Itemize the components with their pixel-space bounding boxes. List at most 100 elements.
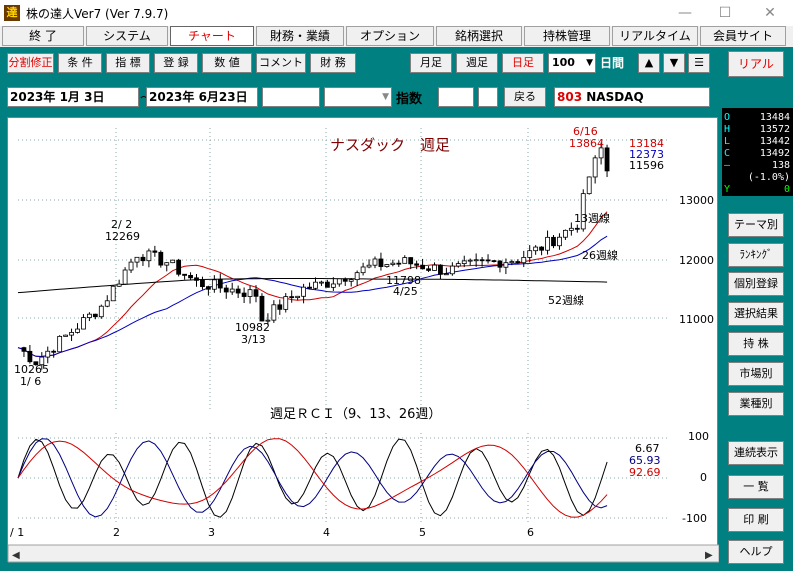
ma26-line <box>17 235 608 358</box>
ytick-11000: 11000 <box>679 313 714 326</box>
candle-body <box>92 313 98 318</box>
continuous-display-button[interactable]: 連続表示 <box>728 441 784 465</box>
xtick-feb: 2 <box>113 526 120 539</box>
candle-body <box>592 157 598 178</box>
monthly-button[interactable]: 月足 <box>410 53 452 73</box>
candle-body <box>390 262 396 265</box>
theme-button[interactable]: テーマ別 <box>728 213 784 237</box>
blank-field-3[interactable] <box>478 87 498 107</box>
candle-body <box>164 262 170 266</box>
help-button[interactable]: ヘルプ <box>728 540 784 564</box>
indicator-button[interactable]: 指 標 <box>106 53 150 73</box>
rci-ytick-100: 100 <box>688 430 709 443</box>
end-date-field[interactable]: 2023年 6月23日 <box>146 87 258 107</box>
candle-body <box>307 286 312 289</box>
annotation-apr-date: 4/25 <box>393 285 418 298</box>
candle-body <box>414 263 420 266</box>
ranking-button[interactable]: ﾗﾝｷﾝｸﾞ <box>728 243 784 267</box>
condition-button[interactable]: 条 件 <box>58 53 102 73</box>
code-field[interactable]: 803 NASDAQ <box>554 87 710 107</box>
candle-body <box>438 264 443 275</box>
candle-body <box>336 278 342 285</box>
annotation-mar-date: 3/13 <box>241 333 266 346</box>
candle-body <box>586 176 592 195</box>
candle-body <box>289 296 295 299</box>
menu-options[interactable]: オプション <box>346 26 434 46</box>
menu-exit[interactable]: 終 了 <box>2 26 84 46</box>
candle-body <box>408 257 414 265</box>
candle-body <box>229 288 235 293</box>
index-select[interactable]: ▼ <box>324 87 392 107</box>
rci-ytick-0: 0 <box>700 471 707 484</box>
list-icon[interactable]: ☰ <box>688 53 710 73</box>
candle-body <box>366 264 372 268</box>
candle-body <box>348 279 354 282</box>
candle-body <box>122 269 128 285</box>
candle-body <box>301 286 307 297</box>
candle-body <box>283 296 289 310</box>
quote-y: Y0 <box>724 184 790 195</box>
candle-body <box>342 278 348 282</box>
minimize-icon[interactable]: — <box>670 4 700 22</box>
candle-body <box>443 273 449 276</box>
scroll-right-icon[interactable]: ▶ <box>705 550 713 561</box>
menu-chart[interactable]: チャート <box>170 26 254 46</box>
menu-holdings[interactable]: 持株管理 <box>524 26 610 46</box>
candle-body <box>426 268 431 271</box>
candle-body <box>277 304 283 310</box>
print-button[interactable]: 印 刷 <box>728 508 784 532</box>
menu-finance[interactable]: 財務・業績 <box>256 26 344 46</box>
period-select[interactable]: 100 ▼ <box>548 53 596 73</box>
candle-body <box>604 147 610 172</box>
candle-body <box>330 283 336 288</box>
candle-body <box>158 251 164 266</box>
close-icon[interactable]: ✕ <box>755 4 785 22</box>
back-button[interactable]: 戻る <box>504 87 546 107</box>
xtick-apr: 4 <box>323 526 330 539</box>
list-button[interactable]: 一 覧 <box>728 475 784 499</box>
start-date-field[interactable]: 2023年 1月 3日 <box>7 87 139 107</box>
candle-body <box>146 250 152 262</box>
candle-body <box>319 281 324 284</box>
holdings-button[interactable]: 持 株 <box>728 332 784 356</box>
value-button[interactable]: 数 値 <box>202 53 252 73</box>
menu-system[interactable]: システム <box>86 26 168 46</box>
candle-body <box>182 273 188 276</box>
menu-stock-select[interactable]: 銘柄選択 <box>436 26 522 46</box>
candle-body <box>247 289 253 297</box>
arrow-down-icon[interactable]: ▼ <box>663 53 685 73</box>
ytick-12000: 12000 <box>679 254 714 267</box>
market-button[interactable]: 市場別 <box>728 362 784 386</box>
real-button[interactable]: リアル <box>728 51 784 77</box>
comment-button[interactable]: コメント <box>256 53 306 73</box>
candle-body <box>545 236 550 251</box>
candle-body <box>27 350 33 363</box>
split-adjust-button[interactable]: 分割修正 <box>7 53 54 73</box>
daily-button[interactable]: 日足 <box>502 53 544 73</box>
candle-body <box>152 250 158 253</box>
rci-ytick-neg100: -100 <box>682 512 707 525</box>
register-button[interactable]: 登 録 <box>154 53 198 73</box>
industry-button[interactable]: 業種別 <box>728 392 784 416</box>
select-result-button[interactable]: 選択結果 <box>728 302 784 326</box>
chart-scrollbar[interactable] <box>7 544 720 563</box>
financial-button[interactable]: 財 務 <box>310 53 356 73</box>
candle-body <box>491 260 497 263</box>
xtick-jan: / 1 <box>10 526 24 539</box>
menu-member-site[interactable]: 会員サイト <box>700 26 786 46</box>
candle-body <box>402 257 408 264</box>
candle-body <box>557 236 562 247</box>
window-title: 株の達人Ver7 (Ver 7.9.7) <box>26 7 169 21</box>
menu-realtime[interactable]: リアルタイム <box>612 26 698 46</box>
individual-register-button[interactable]: 個別登録 <box>728 272 784 296</box>
candle-body <box>509 261 515 264</box>
scroll-left-icon[interactable]: ◀ <box>12 550 20 561</box>
chart-canvas: ナスダック 週足 6/16 13864 13184 12373 11596 13… <box>7 125 720 563</box>
maximize-icon[interactable]: ☐ <box>710 4 740 22</box>
weekly-button[interactable]: 週足 <box>456 53 498 73</box>
candle-body <box>51 350 57 353</box>
blank-field-1[interactable] <box>262 87 320 107</box>
chevron-down-icon: ▼ <box>382 92 389 102</box>
blank-field-2[interactable] <box>438 87 474 107</box>
arrow-up-icon[interactable]: ▲ <box>638 53 660 73</box>
